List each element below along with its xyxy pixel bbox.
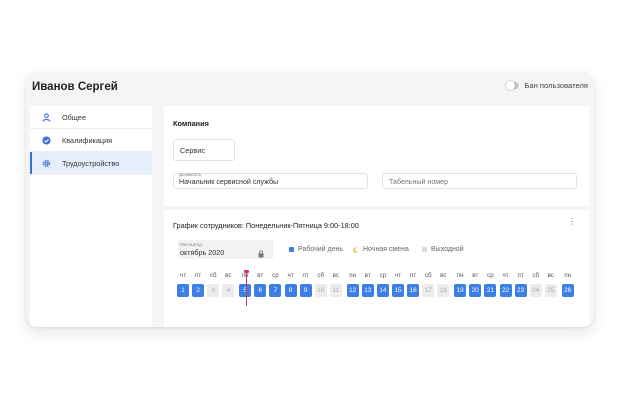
square-icon <box>289 247 294 252</box>
field-value: Начальник сервисной службы <box>179 177 279 186</box>
calendar-day[interactable]: 4 <box>222 284 235 297</box>
calendar-day[interactable]: 23 <box>514 284 527 297</box>
sidebar-item-label: Трудоустройство <box>62 158 120 168</box>
calendar-day[interactable]: 15 <box>392 284 404 297</box>
legend-label: Ночная смена <box>363 246 409 253</box>
legend-work-day: Рабочий день <box>289 246 343 253</box>
sidebar-item-label: Квалификация <box>62 135 113 145</box>
weekday-label: пт <box>302 272 309 279</box>
calendar-day[interactable]: 1 <box>177 284 189 297</box>
sidebar: Общее Квалификация Трудоустройство <box>30 106 152 327</box>
sidebar-item-general[interactable]: Общее <box>30 106 152 129</box>
calendar-day[interactable]: 17 <box>422 284 435 297</box>
weekday-label: чт <box>179 272 187 279</box>
field-label: Должность <box>179 172 202 177</box>
legend-day-off: Выходной <box>422 246 464 253</box>
weekday-label: сб <box>532 272 539 279</box>
more-menu-icon[interactable]: ⋮ <box>568 218 576 226</box>
weekday-label: вс <box>225 272 232 279</box>
calendar-day[interactable]: 18 <box>437 284 450 297</box>
legend-label: Рабочий день <box>298 246 343 253</box>
calendar-day[interactable]: 9 <box>299 284 312 297</box>
month-picker[interactable]: Месяц/год октябрь 2020 <box>178 240 274 259</box>
calendar-day[interactable]: 26 <box>561 284 574 297</box>
calendar-day[interactable]: 7 <box>269 284 282 297</box>
weekday-label: сб <box>424 272 432 279</box>
company-card: Компания Сервис Должность Начальник серв… <box>164 106 590 206</box>
service-value: Сервис <box>180 145 205 155</box>
sidebar-item-employment[interactable]: Трудоустройство <box>30 152 152 175</box>
check-badge-icon <box>42 135 62 145</box>
ban-user-toggle[interactable]: Бан пользователя <box>506 81 588 90</box>
calendar-day[interactable]: 16 <box>407 284 420 297</box>
calendar-day[interactable]: 14 <box>376 284 389 297</box>
calendar-day[interactable]: 8 <box>284 284 297 297</box>
weekday-label: сб <box>317 272 324 279</box>
field-label: Месяц/год <box>180 242 202 247</box>
weekday-label: ср <box>487 272 494 279</box>
weekday-label: сб <box>209 272 217 279</box>
weekday-label: пн <box>349 272 357 279</box>
weekday-label: вт <box>472 272 479 279</box>
calendar-day[interactable]: 11 <box>329 284 342 297</box>
sidebar-item-label: Общее <box>62 112 86 122</box>
calendar-day[interactable]: 6 <box>254 284 267 297</box>
field-value: октябрь 2020 <box>180 248 225 257</box>
service-field[interactable]: Сервис <box>173 139 235 161</box>
schedule-card: График сотрудников: Понедельник-Пятница … <box>164 210 590 327</box>
calendar-day[interactable]: 12 <box>346 284 359 297</box>
weekday-label: ср <box>272 272 279 279</box>
weekday-label: вс <box>332 272 339 279</box>
person-icon <box>42 112 62 122</box>
ban-label: Бан пользователя <box>524 81 588 90</box>
calendar-day[interactable]: 19 <box>454 284 467 297</box>
weekday-label: пт <box>410 272 417 279</box>
sidebar-item-qualification[interactable]: Квалификация <box>30 129 152 152</box>
square-icon <box>422 247 427 252</box>
tab-number-field[interactable]: Табельный номер <box>382 173 577 189</box>
calendar-day[interactable]: 20 <box>469 284 482 297</box>
toggle-switch[interactable] <box>506 81 520 90</box>
calendar-day[interactable]: 13 <box>361 284 374 297</box>
weekday-label: ср <box>379 272 387 279</box>
position-field[interactable]: Должность Начальник сервисной службы <box>173 172 368 189</box>
weekday-label: пн <box>564 272 572 279</box>
schedule-title: График сотрудников: Понедельник-Пятница … <box>173 221 359 230</box>
weekday-label: вс <box>440 272 447 279</box>
moon-icon <box>353 246 359 253</box>
weekday-label: пт <box>195 272 202 279</box>
weekday-label: чт <box>502 272 509 279</box>
weekday-label: чт <box>394 272 402 279</box>
weekday-label: пт <box>517 272 524 279</box>
weekday-label: вс <box>547 272 554 279</box>
calendar-day[interactable]: 10 <box>314 284 327 297</box>
weekday-label: вт <box>257 272 264 279</box>
calendar-day[interactable]: 22 <box>499 284 512 297</box>
today-marker <box>244 270 249 306</box>
calendar-day[interactable]: 3 <box>207 284 220 297</box>
lock-icon <box>258 245 264 263</box>
employee-window: Иванов Сергей Бан пользователя Общее Ква… <box>26 72 594 327</box>
gear-icon <box>42 159 62 168</box>
calendar-day[interactable]: 24 <box>529 284 542 297</box>
weekday-label: чт <box>287 272 294 279</box>
field-placeholder: Табельный номер <box>389 178 449 186</box>
calendar-day[interactable]: 21 <box>484 284 497 297</box>
weekday-label: пн <box>456 272 464 279</box>
section-title: Компания <box>173 119 209 128</box>
page-title: Иванов Сергей <box>32 81 118 93</box>
legend-night-shift: Ночная смена <box>353 246 409 253</box>
calendar-day[interactable]: 25 <box>544 284 557 297</box>
legend-label: Выходной <box>431 246 464 253</box>
weekday-label: вт <box>364 272 371 279</box>
calendar-day[interactable]: 2 <box>192 284 205 297</box>
